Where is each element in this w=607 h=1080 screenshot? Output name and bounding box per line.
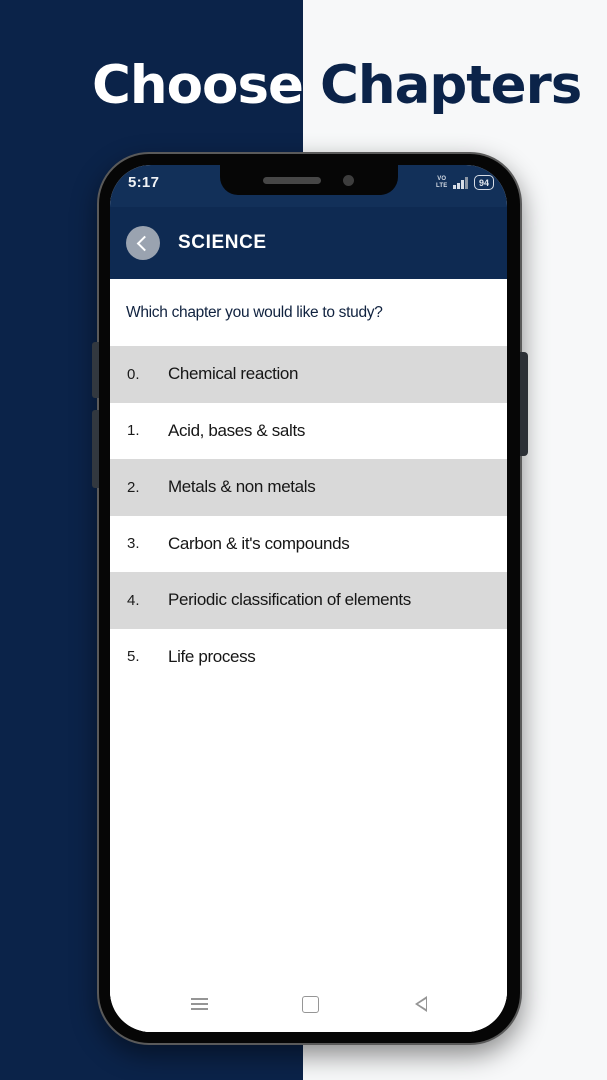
chapter-title: Metals & non metals bbox=[168, 477, 316, 497]
volume-up-button[interactable] bbox=[92, 342, 99, 398]
back-button[interactable] bbox=[126, 226, 160, 260]
status-clock: 5:17 bbox=[128, 174, 160, 191]
menu-icon[interactable] bbox=[191, 997, 209, 1011]
chapter-index: 5. bbox=[127, 648, 140, 666]
volte-icon: VO LTE bbox=[436, 176, 448, 189]
chapter-index: 2. bbox=[127, 478, 140, 496]
page-title-word-two: Chapters bbox=[319, 55, 582, 116]
phone-screen: 5:17 VO LTE 94 SCIENCE Which chapter you… bbox=[110, 165, 507, 1032]
phone-mockup: 5:17 VO LTE 94 SCIENCE Which chapter you… bbox=[92, 152, 528, 1045]
chevron-left-icon bbox=[136, 235, 153, 251]
chapter-title: Acid, bases & salts bbox=[168, 420, 305, 440]
chapter-row[interactable]: 0. Chemical reaction bbox=[110, 346, 507, 403]
prompt-text: Which chapter you would like to study? bbox=[126, 303, 383, 321]
app-bar: SCIENCE bbox=[110, 207, 507, 279]
chapter-title: Chemical reaction bbox=[168, 364, 299, 384]
status-indicators: VO LTE 94 bbox=[436, 175, 494, 190]
battery-level-text: 94 bbox=[478, 177, 489, 188]
chapter-title: Carbon & it's compounds bbox=[168, 533, 350, 553]
chapter-row[interactable]: 2. Metals & non metals bbox=[110, 459, 507, 516]
chapter-row[interactable]: 1. Acid, bases & salts bbox=[110, 402, 507, 459]
chapter-list: 0. Chemical reaction 1. Acid, bases & salts… bbox=[110, 346, 507, 685]
chapter-title: Periodic classification of elements bbox=[168, 590, 411, 610]
square-home-icon[interactable] bbox=[302, 995, 320, 1013]
battery-icon: 94 bbox=[473, 175, 494, 190]
volte-line-two: LTE bbox=[435, 182, 448, 189]
phone-notch bbox=[219, 165, 398, 195]
chapter-title: Life process bbox=[168, 646, 256, 666]
android-nav-bar bbox=[110, 976, 507, 1032]
chapter-row[interactable]: 3. Carbon & it's compounds bbox=[110, 515, 507, 572]
chapter-row[interactable]: 4. Periodic classification of elements bbox=[110, 572, 507, 629]
volume-down-button[interactable] bbox=[92, 410, 99, 488]
front-camera-icon bbox=[343, 174, 354, 186]
chapter-row[interactable]: 5. Life process bbox=[110, 628, 507, 685]
chapter-index: 1. bbox=[127, 422, 140, 440]
screen-content: Which chapter you would like to study? 0… bbox=[110, 279, 507, 1032]
chapter-index: 0. bbox=[127, 365, 140, 383]
power-button[interactable] bbox=[520, 352, 528, 456]
chapter-index: 4. bbox=[127, 591, 140, 609]
triangle-back-icon[interactable] bbox=[414, 996, 427, 1012]
page-title: Choose Chapters bbox=[0, 48, 607, 124]
volte-line-one: VO bbox=[437, 176, 447, 182]
earpiece-speaker-icon bbox=[263, 176, 321, 184]
page-title-word-one: Choose bbox=[92, 55, 304, 116]
chapter-index: 3. bbox=[127, 535, 140, 553]
app-bar-title: SCIENCE bbox=[178, 232, 267, 253]
signal-bars-icon bbox=[453, 176, 468, 189]
